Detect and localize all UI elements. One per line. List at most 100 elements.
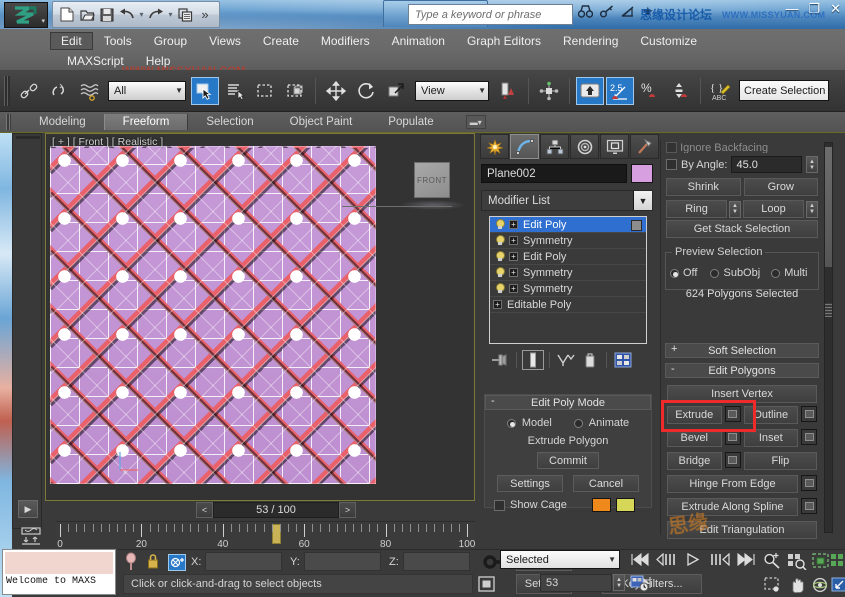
lightbulb-icon[interactable] (495, 251, 504, 262)
zoom-icon[interactable] (762, 550, 783, 571)
menu-item-animation[interactable]: Animation (381, 32, 456, 50)
expand-plus-icon[interactable]: + (493, 300, 502, 309)
expand-plus-icon[interactable]: + (509, 220, 518, 229)
select-and-move-icon[interactable] (322, 77, 350, 105)
next-frame-button[interactable] (707, 551, 733, 568)
isolate-selection-icon[interactable] (124, 552, 138, 572)
expand-plus-icon[interactable]: + (509, 252, 518, 261)
outline-button[interactable]: Outline (744, 406, 799, 424)
select-link-icon[interactable] (15, 77, 43, 105)
key-ruler-icon[interactable] (19, 524, 43, 548)
select-and-rotate-icon[interactable] (352, 77, 380, 105)
pin-stack-icon[interactable] (489, 350, 511, 370)
edit-poly-mode-radios[interactable]: Model Animate (485, 417, 651, 429)
adaptive-degradation-icon[interactable] (478, 576, 495, 592)
collapse-minus-icon[interactable]: - (491, 395, 495, 407)
selection-filter-combo[interactable]: All ▼ (108, 81, 186, 101)
command-panel-scrollbar[interactable] (824, 142, 833, 533)
reference-coordinate-combo[interactable]: View ▼ (415, 81, 489, 101)
lightbulb-icon[interactable] (495, 235, 504, 246)
window-crossing-icon[interactable] (281, 77, 309, 105)
bridge-button[interactable]: Bridge (667, 452, 722, 470)
menu-item-modifiers[interactable]: Modifiers (310, 32, 381, 50)
window-buttons[interactable]: — ❐ ✕ (785, 2, 841, 15)
align-icon[interactable] (535, 77, 563, 105)
grow-button[interactable]: Grow (744, 178, 819, 196)
object-color-swatch[interactable] (631, 164, 653, 183)
chevron-down-icon[interactable]: ▼ (608, 555, 616, 564)
bevel-button[interactable]: Bevel (667, 429, 722, 447)
unlink-selection-icon[interactable] (45, 77, 73, 105)
bevel-settings-icon[interactable] (725, 429, 741, 445)
spinner-snap-icon[interactable] (666, 77, 694, 105)
lightbulb-icon[interactable] (495, 267, 504, 278)
modifier-stack-item[interactable]: + Symmetry (490, 281, 646, 297)
zoom-all-icon[interactable] (786, 550, 807, 571)
percent-snap-icon[interactable]: % (636, 77, 664, 105)
expand-plus-icon[interactable]: + (509, 236, 518, 245)
cage-color-swatch-2[interactable] (616, 498, 635, 512)
hinge-from-edge-button[interactable]: Hinge From Edge (667, 475, 798, 493)
application-menu-button[interactable]: ▾ (4, 2, 48, 28)
snap-toggle-icon[interactable] (576, 77, 604, 105)
configure-modifier-sets-icon[interactable] (612, 350, 634, 370)
ring-button[interactable]: Ring (666, 200, 727, 218)
application-menu-arrow-icon[interactable]: ▾ (41, 17, 45, 25)
previous-frame-arrow[interactable]: < (196, 502, 213, 518)
frame-display[interactable]: 53 / 100 (213, 502, 339, 518)
display-tab-icon[interactable] (600, 134, 629, 159)
extrude-along-spline-settings-icon[interactable] (801, 498, 817, 514)
bridge-settings-icon[interactable] (725, 452, 741, 468)
modifier-stack-toolbar[interactable] (489, 348, 647, 372)
soft-selection-header[interactable]: + Soft Selection (665, 343, 819, 358)
utilities-tab-icon[interactable] (630, 134, 659, 159)
rail-expand-icon[interactable]: ▶ (18, 500, 38, 518)
maximize-viewport-icon[interactable] (829, 574, 845, 595)
more-commands-icon[interactable]: » (196, 5, 214, 24)
command-panel-tabs[interactable] (480, 134, 659, 159)
extrude-settings-icon[interactable] (725, 406, 741, 422)
preview-subobj-radio[interactable] (710, 269, 719, 278)
hierarchy-tab-icon[interactable] (540, 134, 569, 159)
menu-item-rendering[interactable]: Rendering (552, 32, 629, 50)
search-input[interactable]: Type a keyword or phrase (408, 4, 573, 25)
chevron-down-icon[interactable]: ▼ (633, 191, 652, 210)
expand-plus-icon[interactable]: + (509, 268, 518, 277)
modifier-stack-item[interactable]: + Symmetry (490, 265, 646, 281)
modifier-stack[interactable]: + Edit Poly + Symmetry + Edit Poly + Sym… (489, 216, 647, 344)
angle-snap-icon[interactable]: 2.5 (606, 77, 634, 105)
settings-button[interactable]: Settings (497, 475, 563, 492)
select-by-name-icon[interactable] (221, 77, 249, 105)
modify-tab-icon[interactable] (510, 134, 539, 159)
make-unique-icon[interactable] (555, 350, 577, 370)
ring-spinner[interactable]: ▲▼ (729, 201, 741, 218)
frame-navigation[interactable]: < 53 / 100 > (196, 502, 356, 518)
show-cage-checkbox[interactable] (494, 500, 505, 511)
lightbulb-icon[interactable] (495, 283, 504, 294)
viewport-label[interactable]: [ + ] [ Front ] [ Realistic ] (52, 136, 163, 148)
minimize-button[interactable]: — (785, 2, 798, 15)
ribbon-grip[interactable] (6, 114, 11, 130)
key-icon[interactable] (600, 5, 614, 18)
timeline-ruler[interactable]: 020406080100 (56, 521, 475, 551)
zoom-extents-icon[interactable] (810, 550, 831, 571)
listener-input-area[interactable] (5, 552, 113, 574)
edit-polygons-header[interactable]: - Edit Polygons (665, 363, 819, 378)
project-folder-icon[interactable] (176, 5, 194, 24)
expand-plus-icon[interactable]: + (509, 284, 518, 293)
flip-button[interactable]: Flip (744, 452, 817, 470)
modifier-stack-item[interactable]: + Editable Poly (490, 297, 646, 313)
menu-item-tools[interactable]: Tools (93, 32, 143, 50)
save-file-icon[interactable] (98, 5, 116, 24)
object-name-input[interactable]: Plane002 (481, 164, 627, 183)
undo-icon[interactable] (118, 5, 136, 24)
tab-freeform[interactable]: Freeform (104, 114, 189, 130)
absolute-relative-mode-icon[interactable] (168, 554, 186, 571)
current-frame-spinner[interactable]: ▲▼ (613, 574, 625, 591)
shrink-button[interactable]: Shrink (666, 178, 741, 196)
close-button[interactable]: ✕ (830, 2, 841, 15)
scrollbar-thumb[interactable] (825, 147, 832, 267)
lock-selection-icon[interactable] (146, 553, 160, 571)
orbit-icon[interactable] (810, 574, 831, 595)
cancel-button[interactable]: Cancel (573, 475, 639, 492)
